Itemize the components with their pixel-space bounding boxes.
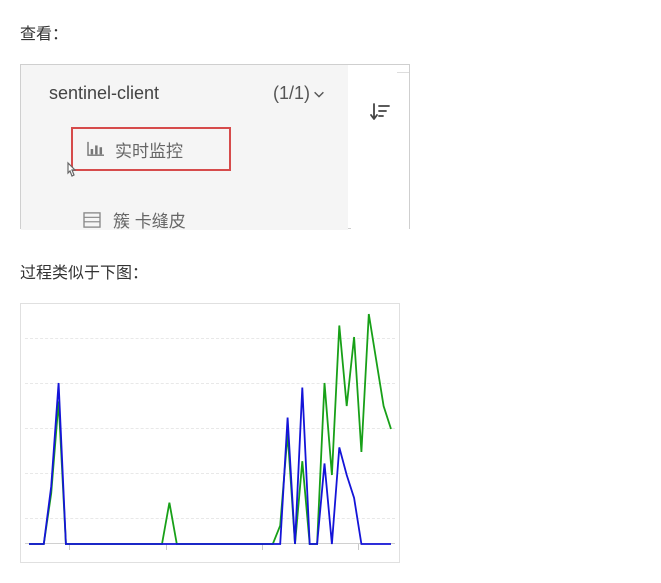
chart-series-green xyxy=(29,314,391,544)
menu-item-partial-label: 簇 卡缝皮 xyxy=(113,207,186,230)
app-header[interactable]: sentinel-client (1/1) xyxy=(21,65,348,118)
chart-canvas xyxy=(25,308,395,558)
bar-chart-icon xyxy=(87,141,105,157)
sort-icon[interactable] xyxy=(369,101,391,123)
menu-item-realtime-label: 实时监控 xyxy=(115,137,183,162)
list-icon xyxy=(83,212,101,228)
menu-item-partial[interactable]: 簇 卡缝皮 xyxy=(83,207,186,230)
menu-item-realtime[interactable]: 实时监控 xyxy=(71,127,231,171)
app-count: (1/1) xyxy=(273,83,326,104)
app-count-text: (1/1) xyxy=(273,83,310,104)
sidebar-screenshot: sentinel-client (1/1) 实时监控 xyxy=(20,64,410,229)
pointer-cursor-icon xyxy=(59,159,83,183)
right-panel-strip xyxy=(351,65,409,230)
chevron-down-icon xyxy=(312,87,326,101)
process-similar-label: 过程类似于下图： xyxy=(20,259,641,283)
right-strip-corner xyxy=(397,65,409,73)
chart-screenshot xyxy=(20,303,400,563)
sidebar-panel: sentinel-client (1/1) 实时监控 xyxy=(21,65,348,230)
app-name: sentinel-client xyxy=(49,83,159,104)
view-label: 查看： xyxy=(20,20,641,44)
line-chart xyxy=(25,308,395,558)
chart-series-blue xyxy=(29,383,391,544)
